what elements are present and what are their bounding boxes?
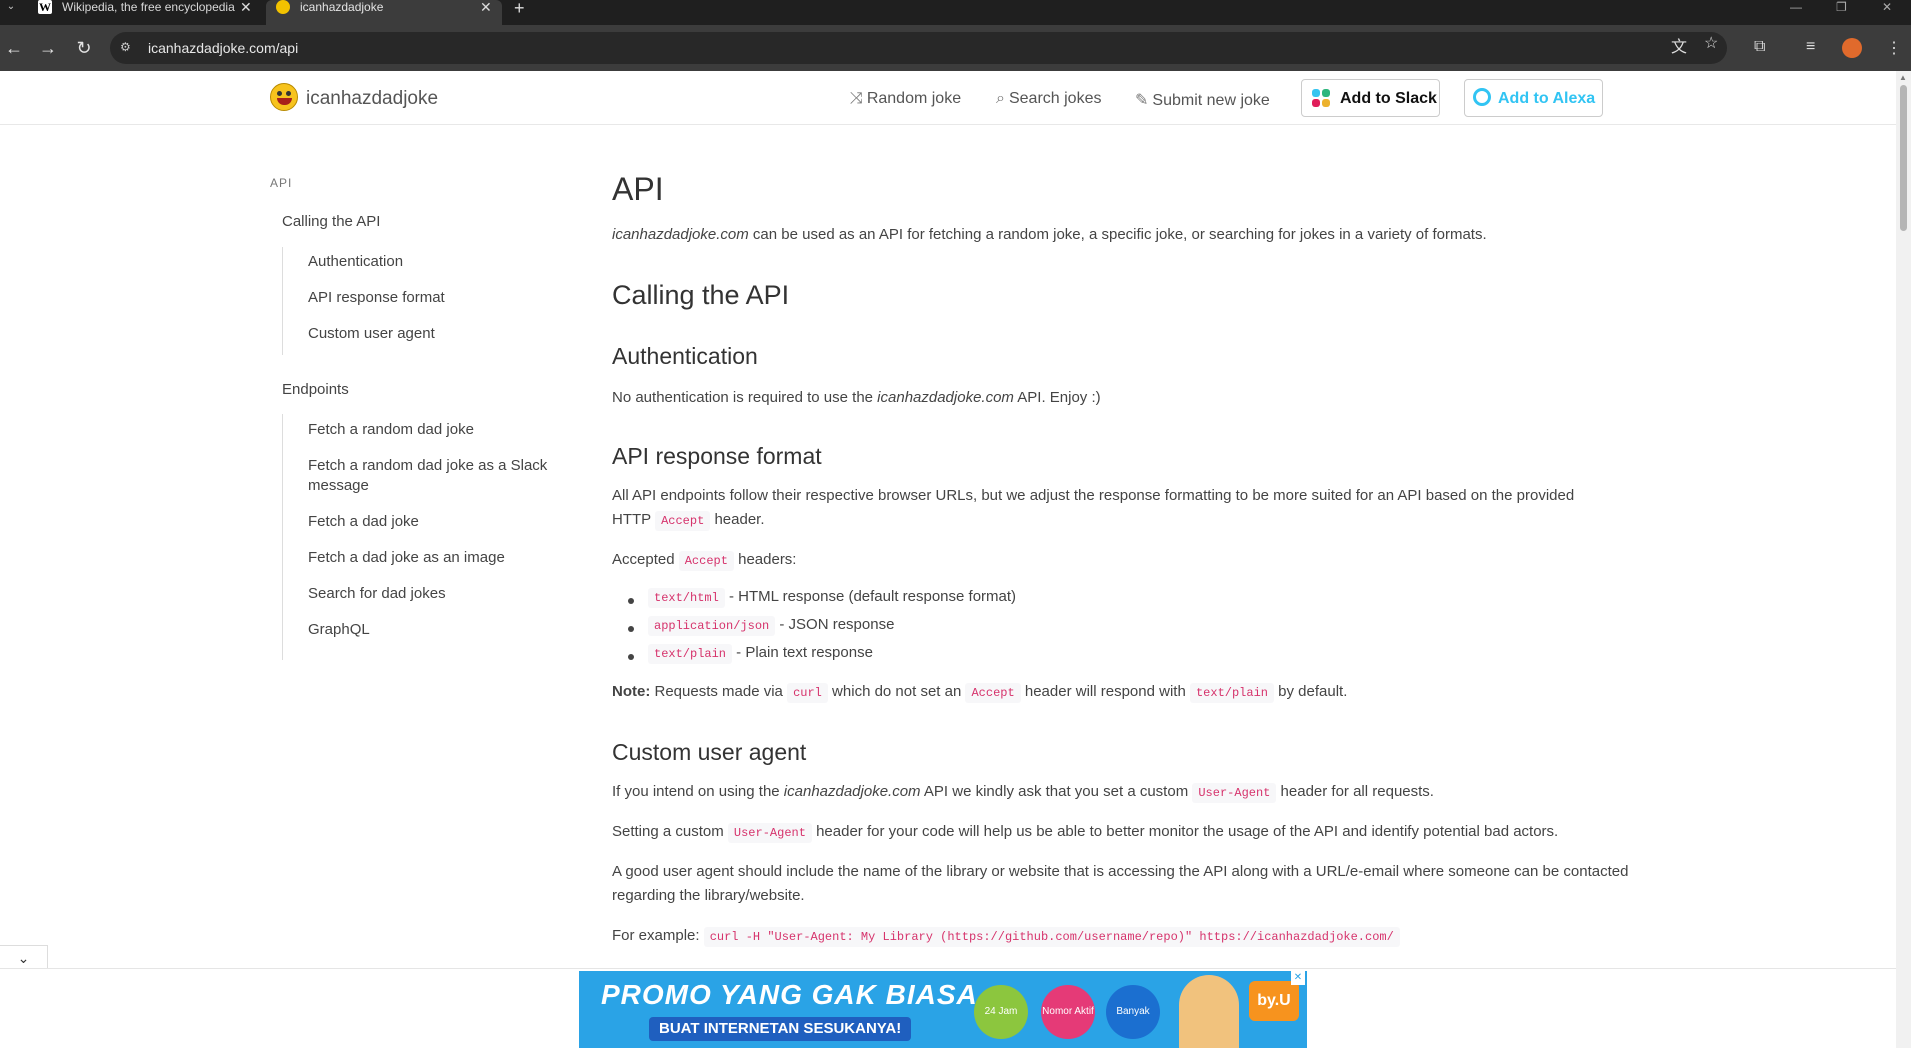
extensions-icon[interactable]: ⧉ <box>1754 38 1765 56</box>
list-item-text-plain: text/plain - Plain text response <box>648 644 873 664</box>
alexa-icon <box>1473 88 1491 106</box>
address-bar[interactable]: ⚙ icanhazdadjoke.com/api <box>110 32 1727 64</box>
sidebar-heading: API <box>270 176 293 190</box>
example-paragraph: For example: curl -H "User-Agent: My Lib… <box>612 924 1400 949</box>
profile-avatar[interactable] <box>1842 38 1862 58</box>
sidebar-item-fetch-joke-image[interactable]: Fetch a dad joke as an image <box>308 548 578 568</box>
site-logo-text[interactable]: icanhazdadjoke <box>306 88 438 110</box>
scrollbar-thumb[interactable] <box>1900 85 1907 231</box>
add-to-alexa-button[interactable]: Add to Alexa <box>1464 79 1603 117</box>
sidebar-group-calling: Authentication API response format Custo… <box>282 247 445 355</box>
tab-wikipedia[interactable]: W Wikipedia, the free encyclopedia ✕ <box>28 0 264 25</box>
site-info-icon[interactable]: ⚙ <box>120 40 131 54</box>
ad-badge: Banyak <box>1106 985 1160 1039</box>
close-tab-icon[interactable]: ✕ <box>240 0 252 14</box>
back-icon[interactable]: ← <box>3 37 25 59</box>
browser-menu-icon[interactable]: ⋮ <box>1886 38 1902 58</box>
sidebar-group-endpoints: Fetch a random dad joke Fetch a random d… <box>282 414 547 660</box>
sidebar-item-custom-user-agent[interactable]: Custom user agent <box>308 324 578 344</box>
sidebar-item-search-jokes[interactable]: Search for dad jokes <box>308 584 578 604</box>
browser-toolbar: ← → ↻ ⚙ icanhazdadjoke.com/api 文 ☆ ⧉ ≡ ⋮ <box>0 25 1911 71</box>
sidebar-item-calling-the-api[interactable]: Calling the API <box>282 213 380 230</box>
tab-title: Wikipedia, the free encyclopedia <box>62 0 235 14</box>
browser-tab-bar: ⌄ W Wikipedia, the free encyclopedia ✕ i… <box>0 0 1911 25</box>
heading-calling-the-api: Calling the API <box>612 280 790 310</box>
new-tab-icon[interactable]: + <box>514 0 525 19</box>
intro-paragraph: icanhazdadjoke.com can be used as an API… <box>612 226 1487 243</box>
collapse-chevron-icon[interactable]: ⌄ <box>0 945 48 970</box>
sidebar-item-random-joke[interactable]: Fetch a random dad joke <box>308 420 578 440</box>
close-tab-icon[interactable]: ✕ <box>480 0 492 14</box>
tab-icanhazdadjoke[interactable]: icanhazdadjoke ✕ <box>266 0 502 25</box>
format-paragraph-line1: All API endpoints follow their respectiv… <box>612 487 1575 504</box>
sidebar-item-random-joke-slack[interactable]: Fetch a random dad joke as a Slack messa… <box>308 456 578 496</box>
restore-icon[interactable]: ❐ <box>1836 0 1847 14</box>
ad-brand-logo: by.U <box>1249 981 1299 1021</box>
ad-subline: BUAT INTERNETAN SESUKANYA! <box>649 1017 912 1041</box>
example-curl-code: curl -H "User-Agent: My Library (https:/… <box>703 927 1400 947</box>
nav-random-joke[interactable]: ⤨ Random joke <box>850 90 961 108</box>
tab-title: icanhazdadjoke <box>300 0 384 14</box>
list-item-text-html: text/html - HTML response (default respo… <box>648 588 1016 608</box>
nav-submit-joke[interactable]: ✎ Submit new joke <box>1135 90 1270 110</box>
shuffle-icon: ⤨ <box>850 90 863 107</box>
ad-headline: PROMO YANG GAK BIASA <box>601 979 978 1010</box>
window-close-icon[interactable]: ✕ <box>1882 0 1892 14</box>
bullet-icon <box>628 598 634 604</box>
ua-paragraph-1: If you intend on using the icanhazdadjok… <box>612 780 1434 805</box>
scroll-up-icon[interactable]: ▲ <box>1899 73 1907 82</box>
reload-icon[interactable]: ↻ <box>73 37 95 59</box>
ua-paragraph-2: Setting a custom User-Agent header for y… <box>612 820 1558 845</box>
page-title: API <box>612 171 664 207</box>
bullet-icon <box>628 626 634 632</box>
accepted-headers-label: Accepted Accept headers: <box>612 548 796 573</box>
wikipedia-favicon-icon: W <box>38 0 52 14</box>
edit-icon: ✎ <box>1135 92 1149 109</box>
tab-search-chevron-icon[interactable]: ⌄ <box>0 0 22 18</box>
icanhazdadjoke-favicon-icon <box>276 0 290 14</box>
translate-icon[interactable]: 文 <box>1671 33 1687 57</box>
ad-bar: PROMO YANG GAK BIASA BUAT INTERNETAN SES… <box>0 968 1896 1048</box>
minimize-icon[interactable]: — <box>1790 0 1802 14</box>
sidebar-item-fetch-joke[interactable]: Fetch a dad joke <box>308 512 578 532</box>
sidebar-item-api-response-format[interactable]: API response format <box>308 288 578 308</box>
heading-authentication: Authentication <box>612 343 758 369</box>
media-control-icon[interactable]: ≡ <box>1806 38 1815 56</box>
sidebar-item-endpoints[interactable]: Endpoints <box>282 381 349 398</box>
bullet-icon <box>628 654 634 660</box>
ad-badge: 24 Jam <box>974 985 1028 1039</box>
auth-paragraph: No authentication is required to use the… <box>612 389 1101 406</box>
site-header: icanhazdadjoke ⤨ Random joke ⌕ Search joke… <box>0 71 1896 125</box>
sidebar-item-authentication[interactable]: Authentication <box>308 252 578 272</box>
laughing-face-logo-icon[interactable] <box>270 83 298 111</box>
heading-custom-user-agent: Custom user agent <box>612 739 807 765</box>
accept-code: Accept <box>655 511 711 531</box>
ad-person-image <box>1179 975 1239 1048</box>
ua-paragraph-3: A good user agent should include the nam… <box>612 863 1629 904</box>
promo-banner[interactable]: PROMO YANG GAK BIASA BUAT INTERNETAN SES… <box>579 971 1307 1048</box>
list-item-application-json: application/json - JSON response <box>648 616 894 636</box>
nav-search-jokes[interactable]: ⌕ Search jokes <box>996 90 1101 108</box>
page-scrollbar[interactable]: ▲ <box>1896 71 1911 1048</box>
bookmark-star-icon[interactable]: ☆ <box>1704 33 1718 53</box>
search-icon: ⌕ <box>996 90 1005 107</box>
forward-icon[interactable]: → <box>37 37 59 59</box>
url-text[interactable]: icanhazdadjoke.com/api <box>148 40 298 56</box>
web-page: icanhazdadjoke ⤨ Random joke ⌕ Search joke… <box>0 71 1896 1048</box>
ad-badge: Nomor Aktif <box>1041 985 1095 1039</box>
format-paragraph-line2: HTTP Accept header. <box>612 508 765 533</box>
heading-api-response-format: API response format <box>612 443 822 469</box>
ad-close-icon[interactable]: ✕ <box>1291 971 1305 985</box>
note-paragraph: Note: Requests made via curl which do no… <box>612 680 1347 705</box>
sidebar-item-graphql[interactable]: GraphQL <box>308 620 578 640</box>
slack-icon <box>1312 89 1330 107</box>
add-to-slack-button[interactable]: Add to Slack <box>1301 79 1440 117</box>
